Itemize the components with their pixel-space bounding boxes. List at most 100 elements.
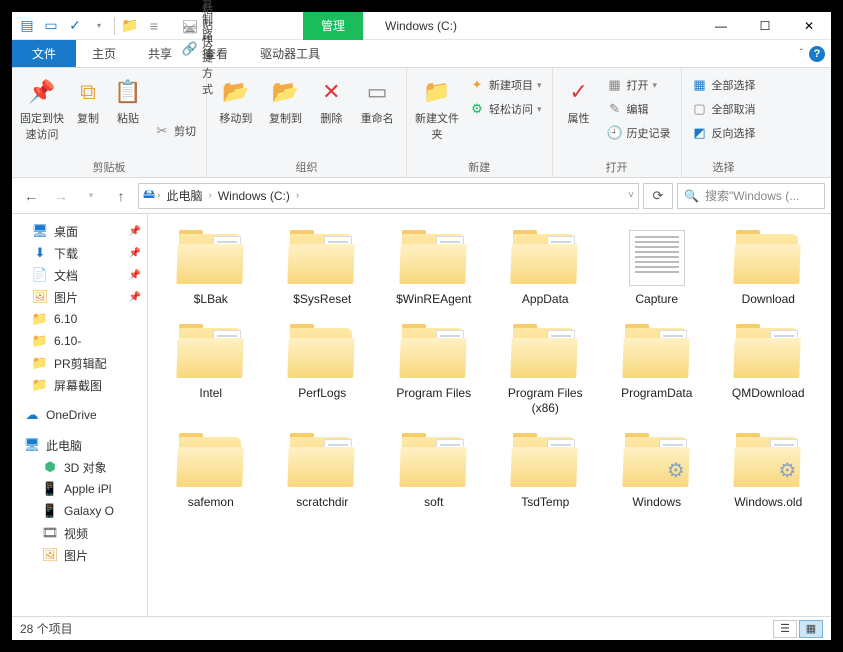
address-dropdown-icon[interactable]: ˅ xyxy=(628,190,634,201)
folder-item[interactable]: $LBak xyxy=(158,230,264,306)
items-view[interactable]: $LBak$SysReset$WinREAgentAppDataCaptureD… xyxy=(148,214,831,616)
navigation-pane[interactable]: 🖥桌面📌 ⬇下载📌 📄文档📌 🖼图片📌 📁6.10 📁6.10- 📁PR剪辑配 … xyxy=(12,214,148,616)
folder-item[interactable]: AppData xyxy=(493,230,599,306)
nav-pr[interactable]: 📁PR剪辑配 xyxy=(12,352,147,374)
newitem-button[interactable]: ✦ 新建项目 ▾ xyxy=(465,74,546,96)
view-icons-button[interactable]: ▦ xyxy=(799,620,823,638)
cut-button[interactable]: ✂ 剪切 xyxy=(150,120,200,142)
status-item-count: 28 个项目 xyxy=(20,620,73,637)
item-label: Program Files xyxy=(396,386,471,400)
easyaccess-button[interactable]: ⚙ 轻松访问 ▾ xyxy=(465,98,546,120)
invert-label: 反向选择 xyxy=(712,125,756,141)
refresh-button[interactable]: ⟳ xyxy=(643,183,673,209)
download-icon: ⬇ xyxy=(32,245,48,261)
crumb-sep-2[interactable]: › xyxy=(296,190,299,201)
nav-pictures[interactable]: 🖼图片📌 xyxy=(12,286,147,308)
tab-home[interactable]: 主页 xyxy=(76,40,132,67)
folder-item[interactable]: $SysReset xyxy=(270,230,376,306)
nav-610[interactable]: 📁6.10 xyxy=(12,308,147,330)
folder-item[interactable]: scratchdir xyxy=(270,433,376,509)
nav-3d[interactable]: ⬢3D 对象 xyxy=(12,456,147,478)
folder-item[interactable]: $WinREAgent xyxy=(381,230,487,306)
folder-item[interactable]: ⚙Windows xyxy=(604,433,710,509)
address-bar[interactable]: 🖴 › 此电脑 › Windows (C:) › ˅ xyxy=(138,183,639,209)
moveto-button[interactable]: 📂 移动到 xyxy=(213,72,259,158)
items-grid: $LBak$SysReset$WinREAgentAppDataCaptureD… xyxy=(158,230,821,510)
folder-icon xyxy=(509,324,581,380)
nav-onedrive[interactable]: ☁OneDrive xyxy=(12,404,147,426)
nav-screenshot[interactable]: 📁屏幕截图 xyxy=(12,374,147,396)
qat-folder-icon[interactable]: 📁 xyxy=(119,15,141,37)
item-label: QMDownload xyxy=(732,386,805,400)
folder-item[interactable]: Program Files (x86) xyxy=(493,324,599,415)
copyto-button[interactable]: 📂 复制到 xyxy=(263,72,309,158)
nav-forward-button[interactable]: → xyxy=(48,183,74,209)
tab-file[interactable]: 文件 xyxy=(12,40,76,67)
nav-recent-dropdown[interactable]: ▾ xyxy=(78,183,104,209)
nav-apple[interactable]: 📱Apple iPl xyxy=(12,478,147,500)
folder-icon xyxy=(398,230,470,286)
folder-item[interactable]: ProgramData xyxy=(604,324,710,415)
crumb-sep-0[interactable]: › xyxy=(157,190,160,201)
view-details-button[interactable]: ☰ xyxy=(773,620,797,638)
nav-desktop[interactable]: 🖥桌面📌 xyxy=(12,220,147,242)
copy-button[interactable]: ⧉ 复制 xyxy=(70,72,106,158)
nav-610b[interactable]: 📁6.10- xyxy=(12,330,147,352)
app-icon[interactable]: ▤ xyxy=(16,15,38,37)
folder-item[interactable]: Program Files xyxy=(381,324,487,415)
qat-dropdown[interactable]: ▾ xyxy=(88,15,110,37)
newitem-icon: ✦ xyxy=(469,77,485,93)
crumb-sep-1[interactable]: › xyxy=(208,190,211,201)
selectall-button[interactable]: ▦ 全部选择 xyxy=(688,74,760,96)
folder-item[interactable]: Intel xyxy=(158,324,264,415)
folder-icon xyxy=(175,324,247,380)
folder-item[interactable]: PerfLogs xyxy=(270,324,376,415)
folder-icon xyxy=(286,324,358,380)
crumb-thispc[interactable]: 此电脑 xyxy=(162,187,206,204)
nav-thispc[interactable]: 🖥此电脑 xyxy=(12,434,147,456)
body: 🖥桌面📌 ⬇下载📌 📄文档📌 🖼图片📌 📁6.10 📁6.10- 📁PR剪辑配 … xyxy=(12,214,831,616)
invert-button[interactable]: ◩ 反向选择 xyxy=(688,122,760,144)
item-label: PerfLogs xyxy=(298,386,346,400)
minimize-button[interactable]: — xyxy=(699,12,743,40)
delete-button[interactable]: ✕ 删除 xyxy=(312,72,350,158)
search-box[interactable]: 🔍 搜索"Windows (... xyxy=(677,183,825,209)
open-button[interactable]: ▦ 打开 ▾ xyxy=(603,74,675,96)
rename-button[interactable]: ▭ 重命名 xyxy=(354,72,400,158)
folder-item[interactable]: Capture xyxy=(604,230,710,306)
tab-drive-tools[interactable]: 驱动器工具 xyxy=(244,40,336,67)
nav-back-button[interactable]: ← xyxy=(18,183,44,209)
pin-quickaccess-button[interactable]: 📌 固定到快速访问 xyxy=(18,72,66,158)
close-button[interactable]: ✕ xyxy=(787,12,831,40)
nav-downloads[interactable]: ⬇下载📌 xyxy=(12,242,147,264)
edit-button[interactable]: ✎ 编辑 xyxy=(603,98,675,120)
selectnone-button[interactable]: ▢ 全部取消 xyxy=(688,98,760,120)
nav-galaxy[interactable]: 📱Galaxy O xyxy=(12,500,147,522)
folder-item[interactable]: soft xyxy=(381,433,487,509)
maximize-button[interactable]: ☐ xyxy=(743,12,787,40)
folder-item[interactable]: safemon xyxy=(158,433,264,509)
copyto-label: 复制到 xyxy=(269,110,302,126)
qat-item-1[interactable]: ▭ xyxy=(40,15,62,37)
pasteshortcut-button[interactable]: 🔗 粘贴快捷方式 xyxy=(178,38,217,60)
paste-button[interactable]: 📋 粘贴 xyxy=(110,72,146,158)
help-icon[interactable]: ? xyxy=(809,46,825,62)
folder-item[interactable]: TsdTemp xyxy=(493,433,599,509)
properties-button[interactable]: ✓ 属性 xyxy=(559,72,599,158)
qat-item-2[interactable]: ✓ xyxy=(64,15,86,37)
crumb-drive[interactable]: Windows (C:) xyxy=(214,189,294,203)
nav-pictures2[interactable]: 🖼图片 xyxy=(12,544,147,566)
folder-item[interactable]: QMDownload xyxy=(716,324,822,415)
folder-icon xyxy=(732,230,804,286)
newitem-label: 新建项目 xyxy=(489,77,533,93)
nav-videos[interactable]: 🎞视频 xyxy=(12,522,147,544)
qat-overflow[interactable]: ≡ xyxy=(143,15,165,37)
nav-documents[interactable]: 📄文档📌 xyxy=(12,264,147,286)
contextual-tab-manage[interactable]: 管理 xyxy=(303,12,363,40)
nav-up-button[interactable]: ↑ xyxy=(108,183,134,209)
folder-item[interactable]: ⚙Windows.old xyxy=(716,433,822,509)
folder-item[interactable]: Download xyxy=(716,230,822,306)
history-button[interactable]: 🕘 历史记录 xyxy=(603,122,675,144)
collapse-ribbon-icon[interactable]: ˇ xyxy=(800,48,803,59)
newfolder-button[interactable]: 📁 新建文件夹 xyxy=(413,72,461,158)
